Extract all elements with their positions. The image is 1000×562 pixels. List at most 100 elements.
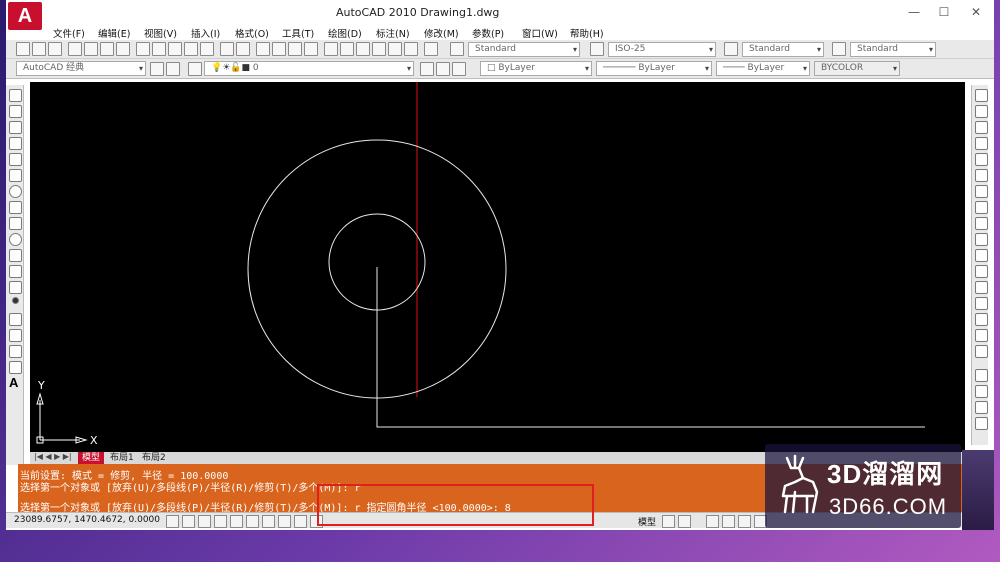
rectangle-icon[interactable] <box>9 153 22 166</box>
redo-icon[interactable] <box>236 42 250 56</box>
grid-display-icon[interactable] <box>182 515 195 528</box>
menu-format[interactable]: 格式(O) <box>235 26 269 40</box>
array-icon[interactable] <box>975 153 988 166</box>
menu-file[interactable]: 文件(F) <box>53 26 85 40</box>
layer-previous-icon[interactable] <box>436 62 450 76</box>
tab-layout1[interactable]: 布局1 <box>106 452 138 464</box>
zoom-window-icon[interactable] <box>288 42 302 56</box>
send-to-back-icon[interactable] <box>975 401 988 414</box>
polar-tracking-icon[interactable] <box>214 515 227 528</box>
zoom-realtime-icon[interactable] <box>272 42 286 56</box>
lineweight-toggle-icon[interactable] <box>294 515 307 528</box>
text-style-combo[interactable]: Standard ▾ <box>468 42 580 57</box>
layer-combo[interactable]: 💡☀🔓■ 0 ▾ <box>204 61 414 76</box>
rotate-icon[interactable] <box>975 185 988 198</box>
pan-status-icon[interactable] <box>706 515 719 528</box>
text-style-icon[interactable] <box>450 42 464 56</box>
mirror-icon[interactable] <box>975 121 988 134</box>
menu-tools[interactable]: 工具(T) <box>282 26 314 40</box>
undo-icon[interactable] <box>220 42 234 56</box>
menu-modify[interactable]: 修改(M) <box>424 26 459 40</box>
markup-icon[interactable] <box>388 42 402 56</box>
spline-icon[interactable] <box>9 217 22 230</box>
join-icon[interactable] <box>975 297 988 310</box>
make-block-icon[interactable] <box>9 281 22 294</box>
save-icon[interactable] <box>48 42 62 56</box>
move-icon[interactable] <box>975 169 988 182</box>
arc-icon[interactable] <box>9 169 22 182</box>
pan-icon[interactable] <box>256 42 270 56</box>
block-editor-icon[interactable] <box>200 42 214 56</box>
dynamic-ucs-icon[interactable] <box>262 515 275 528</box>
properties-icon[interactable] <box>324 42 338 56</box>
workspace-settings-icon[interactable] <box>150 62 164 76</box>
paste-icon[interactable] <box>168 42 182 56</box>
make-layer-current-icon[interactable] <box>420 62 434 76</box>
region-icon[interactable] <box>9 345 22 358</box>
construction-line-icon[interactable] <box>9 105 22 118</box>
menu-edit[interactable]: 编辑(E) <box>98 26 130 40</box>
stretch-icon[interactable] <box>975 217 988 230</box>
menu-dimension[interactable]: 标注(N) <box>376 26 410 40</box>
autocad-logo-icon[interactable]: A <box>8 2 42 30</box>
linetype-combo[interactable]: ────── ByLayer ▾ <box>596 61 712 76</box>
dim-style-icon[interactable] <box>590 42 604 56</box>
l-polyline[interactable] <box>376 267 925 428</box>
sheet-set-icon[interactable] <box>372 42 386 56</box>
copy-object-icon[interactable] <box>975 105 988 118</box>
revision-cloud-icon[interactable] <box>9 201 22 214</box>
customize-icon[interactable] <box>166 62 180 76</box>
zoom-status-icon[interactable] <box>722 515 735 528</box>
menu-draw[interactable]: 绘图(D) <box>328 26 362 40</box>
gradient-icon[interactable] <box>9 329 22 342</box>
tool-palettes-icon[interactable] <box>356 42 370 56</box>
object-snap-icon[interactable] <box>230 515 243 528</box>
drawing-canvas[interactable]: Y X <box>30 82 965 452</box>
design-center-icon[interactable] <box>340 42 354 56</box>
print-preview-icon[interactable] <box>84 42 98 56</box>
minimize-button[interactable]: — <box>904 4 924 20</box>
menu-parameters[interactable]: 参数(P) <box>472 26 504 40</box>
match-properties-icon[interactable] <box>184 42 198 56</box>
draw-order-icon[interactable] <box>975 369 988 382</box>
new-file-icon[interactable] <box>16 42 30 56</box>
snap-mode-icon[interactable] <box>166 515 179 528</box>
break-icon[interactable] <box>975 281 988 294</box>
chamfer-icon[interactable] <box>975 313 988 326</box>
layout-view-icon[interactable] <box>662 515 675 528</box>
cut-icon[interactable] <box>136 42 150 56</box>
menu-help[interactable]: 帮助(H) <box>570 26 604 40</box>
offset-icon[interactable] <box>975 137 988 150</box>
publish-icon[interactable] <box>100 42 114 56</box>
quick-view-drawings-icon[interactable] <box>678 515 691 528</box>
tab-model[interactable]: 模型 <box>78 452 105 464</box>
extend-icon[interactable] <box>975 249 988 262</box>
circle-icon[interactable] <box>9 185 22 198</box>
table-icon[interactable] <box>9 361 22 374</box>
help-icon[interactable] <box>424 42 438 56</box>
workspace-combo[interactable]: AutoCAD 经典 ▾ <box>16 61 146 76</box>
multileader-style-combo[interactable]: Standard ▾ <box>850 42 936 57</box>
ellipse-icon[interactable] <box>9 233 22 246</box>
model-space-button[interactable]: 模型 <box>638 515 656 528</box>
quickcalc-icon[interactable] <box>404 42 418 56</box>
layer-properties-icon[interactable] <box>188 62 202 76</box>
line-icon[interactable] <box>9 89 22 102</box>
menu-view[interactable]: 视图(V) <box>144 26 177 40</box>
3d-dwf-icon[interactable] <box>116 42 130 56</box>
menu-window[interactable]: 窗口(W) <box>522 26 558 40</box>
copy-icon[interactable] <box>152 42 166 56</box>
bring-to-front-icon[interactable] <box>975 385 988 398</box>
break-at-point-icon[interactable] <box>975 265 988 278</box>
table-style-combo[interactable]: Standard ▾ <box>742 42 824 57</box>
layer-state-icon[interactable] <box>452 62 466 76</box>
fillet-icon[interactable] <box>975 329 988 342</box>
explode-icon[interactable] <box>975 345 988 358</box>
color-combo[interactable]: □ ByLayer ▾ <box>480 61 592 76</box>
insert-block-icon[interactable] <box>9 265 22 278</box>
plotstyle-combo[interactable]: BYCOLOR ▾ <box>814 61 900 76</box>
open-file-icon[interactable] <box>32 42 46 56</box>
erase-icon[interactable] <box>975 89 988 102</box>
menu-insert[interactable]: 插入(I) <box>191 26 220 40</box>
zoom-previous-icon[interactable] <box>304 42 318 56</box>
